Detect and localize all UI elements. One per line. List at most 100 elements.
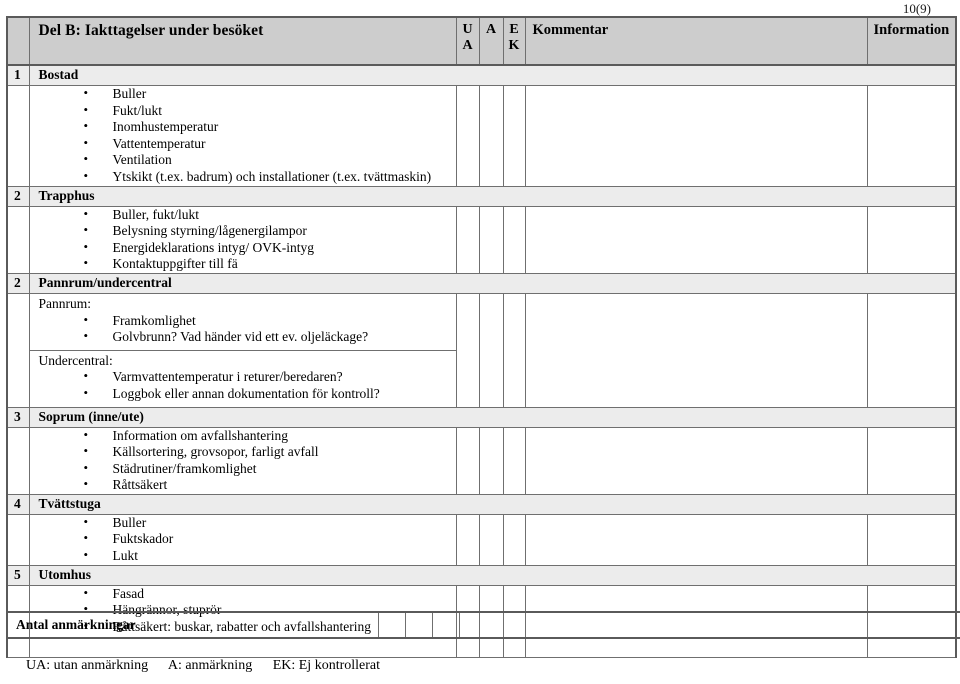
row-number-spacer bbox=[6, 292, 30, 408]
section-heading-row: 4 Tvättstuga bbox=[6, 493, 957, 515]
section-number: 3 bbox=[6, 406, 30, 428]
list-item: Fasad bbox=[84, 585, 456, 603]
cell-ua[interactable] bbox=[455, 292, 480, 408]
section-content: Buller, fukt/lukt Belysning styrning/låg… bbox=[28, 205, 457, 274]
section-items-row: Pannrum: Framkomlighet Golvbrunn? Vad hä… bbox=[6, 292, 957, 408]
section-title: Soprum (inne/ute) bbox=[29, 406, 957, 428]
cell-ek[interactable] bbox=[502, 292, 526, 408]
bullet-list: Varmvattentemperatur i returer/beredaren… bbox=[30, 368, 456, 403]
cell-a[interactable] bbox=[478, 292, 504, 408]
list-item: Vattentemperatur bbox=[84, 135, 456, 153]
bullet-list: Buller Fukt/lukt Inomhustemperatur Vatte… bbox=[30, 85, 456, 186]
cell-information[interactable] bbox=[866, 85, 957, 187]
cell-kommentar[interactable] bbox=[524, 426, 868, 495]
cell-information[interactable] bbox=[866, 292, 957, 408]
cell-information[interactable] bbox=[866, 205, 957, 274]
subgroup-label: Undercentral: bbox=[38, 352, 113, 368]
cell-ek[interactable] bbox=[502, 85, 526, 187]
row-number-spacer bbox=[6, 513, 30, 566]
totals-label: Antal anmärkningar bbox=[6, 611, 379, 639]
list-item: Råttsäkert bbox=[84, 476, 456, 494]
list-item: Buller bbox=[84, 85, 456, 103]
section-heading-row: 2 Trapphus bbox=[6, 185, 957, 207]
list-item: Städrutiner/framkomlighet bbox=[84, 460, 456, 478]
cell-kommentar[interactable] bbox=[524, 85, 868, 187]
bullet-list: Framkomlighet Golvbrunn? Vad händer vid … bbox=[30, 312, 456, 346]
section-content: Buller Fuktskador Lukt bbox=[28, 513, 457, 566]
header-col-ua-line2: A bbox=[462, 38, 473, 53]
section-content: Buller Fukt/lukt Inomhustemperatur Vatte… bbox=[28, 85, 457, 187]
cell-information[interactable] bbox=[866, 513, 957, 566]
header-col-a: A bbox=[478, 16, 504, 66]
section-content: Pannrum: Framkomlighet Golvbrunn? Vad hä… bbox=[28, 292, 457, 408]
checklist-table: Del B: Iakttagelser under besöket U A A … bbox=[6, 16, 957, 659]
row-number-spacer bbox=[6, 85, 30, 187]
section-number: 1 bbox=[6, 64, 30, 86]
header-col-ek-line1: E bbox=[509, 22, 519, 37]
cell-ua[interactable] bbox=[455, 426, 480, 495]
cell-ek[interactable] bbox=[502, 513, 526, 566]
header-col-information: Information bbox=[866, 16, 957, 66]
legend-a: A: anmärkning bbox=[167, 658, 253, 673]
section-number: 4 bbox=[6, 493, 30, 515]
totals-box-ek[interactable] bbox=[431, 611, 460, 639]
section-heading-row: 3 Soprum (inne/ute) bbox=[6, 406, 957, 428]
list-item: Varmvattentemperatur i returer/beredaren… bbox=[84, 368, 456, 386]
cell-ek[interactable] bbox=[502, 426, 526, 495]
list-item: Lukt bbox=[84, 547, 456, 565]
list-item: Kontaktuppgifter till fä bbox=[84, 255, 456, 273]
list-item: Ytskikt (t.ex. badrum) och installatione… bbox=[84, 168, 456, 186]
cell-ua[interactable] bbox=[455, 205, 480, 274]
cell-kommentar[interactable] bbox=[524, 513, 868, 566]
section-number: 5 bbox=[6, 564, 30, 586]
bullet-list: Buller Fuktskador Lukt bbox=[30, 514, 456, 565]
cell-ua[interactable] bbox=[455, 85, 480, 187]
cell-ua[interactable] bbox=[455, 513, 480, 566]
row-number-spacer bbox=[6, 426, 30, 495]
cell-kommentar[interactable] bbox=[524, 292, 868, 408]
section-title: Tvättstuga bbox=[29, 493, 957, 515]
table-header-row: Del B: Iakttagelser under besöket U A A … bbox=[6, 16, 957, 66]
list-item: Ventilation bbox=[84, 151, 456, 169]
totals-box-a[interactable] bbox=[404, 611, 433, 639]
document-page: 10(9) Del B: Iakttagelser under besöket … bbox=[0, 0, 960, 684]
section-items-row: Buller, fukt/lukt Belysning styrning/låg… bbox=[6, 205, 957, 274]
list-item: Energideklarations intyg/ OVK-intyg bbox=[84, 239, 456, 257]
section-items-row: Information om avfallshantering Källsort… bbox=[6, 426, 957, 495]
bullet-list: Buller, fukt/lukt Belysning styrning/låg… bbox=[30, 206, 456, 273]
header-col-ua: U A bbox=[455, 16, 480, 66]
totals-box-ua[interactable] bbox=[377, 611, 406, 639]
section-items-row: Buller Fuktskador Lukt bbox=[6, 513, 957, 566]
list-item: Loggbok eller annan dokumentation för ko… bbox=[84, 385, 456, 403]
section-heading-row: 1 Bostad bbox=[6, 64, 957, 86]
section-number: 2 bbox=[6, 272, 30, 294]
list-item: Buller, fukt/lukt bbox=[84, 206, 456, 224]
header-col-ek-line2: K bbox=[508, 38, 520, 53]
list-item: Inomhustemperatur bbox=[84, 118, 456, 136]
list-item: Fuktskador bbox=[84, 530, 456, 548]
cell-a[interactable] bbox=[478, 85, 504, 187]
section-title: Pannrum/undercentral bbox=[29, 272, 957, 294]
header-col-ek: E K bbox=[502, 16, 526, 66]
legend-ua: UA: utan anmärkning bbox=[26, 658, 149, 673]
page-number: 10(9) bbox=[902, 1, 931, 16]
section-title: Bostad bbox=[29, 64, 957, 86]
totals-box-rest[interactable] bbox=[458, 611, 960, 639]
bullet-list: Information om avfallshantering Källsort… bbox=[30, 427, 456, 494]
cell-a[interactable] bbox=[478, 205, 504, 274]
cell-ek[interactable] bbox=[502, 205, 526, 274]
list-item: Källsortering, grovsopor, farligt avfall bbox=[84, 443, 456, 461]
cell-a[interactable] bbox=[478, 513, 504, 566]
list-item: Information om avfallshantering bbox=[84, 427, 456, 445]
totals-row: Antal anmärkningar bbox=[6, 611, 960, 639]
header-number-col bbox=[6, 16, 30, 66]
header-col-ua-line1: U bbox=[462, 22, 473, 37]
cell-kommentar[interactable] bbox=[524, 205, 868, 274]
subgroup-pannrum: Pannrum: Framkomlighet Golvbrunn? Vad hä… bbox=[30, 294, 456, 350]
section-title: Utomhus bbox=[29, 564, 957, 586]
section-title: Trapphus bbox=[29, 185, 957, 207]
cell-information[interactable] bbox=[866, 426, 957, 495]
list-item: Framkomlighet bbox=[84, 312, 456, 330]
cell-a[interactable] bbox=[478, 426, 504, 495]
section-heading-row: 2 Pannrum/undercentral bbox=[6, 272, 957, 294]
